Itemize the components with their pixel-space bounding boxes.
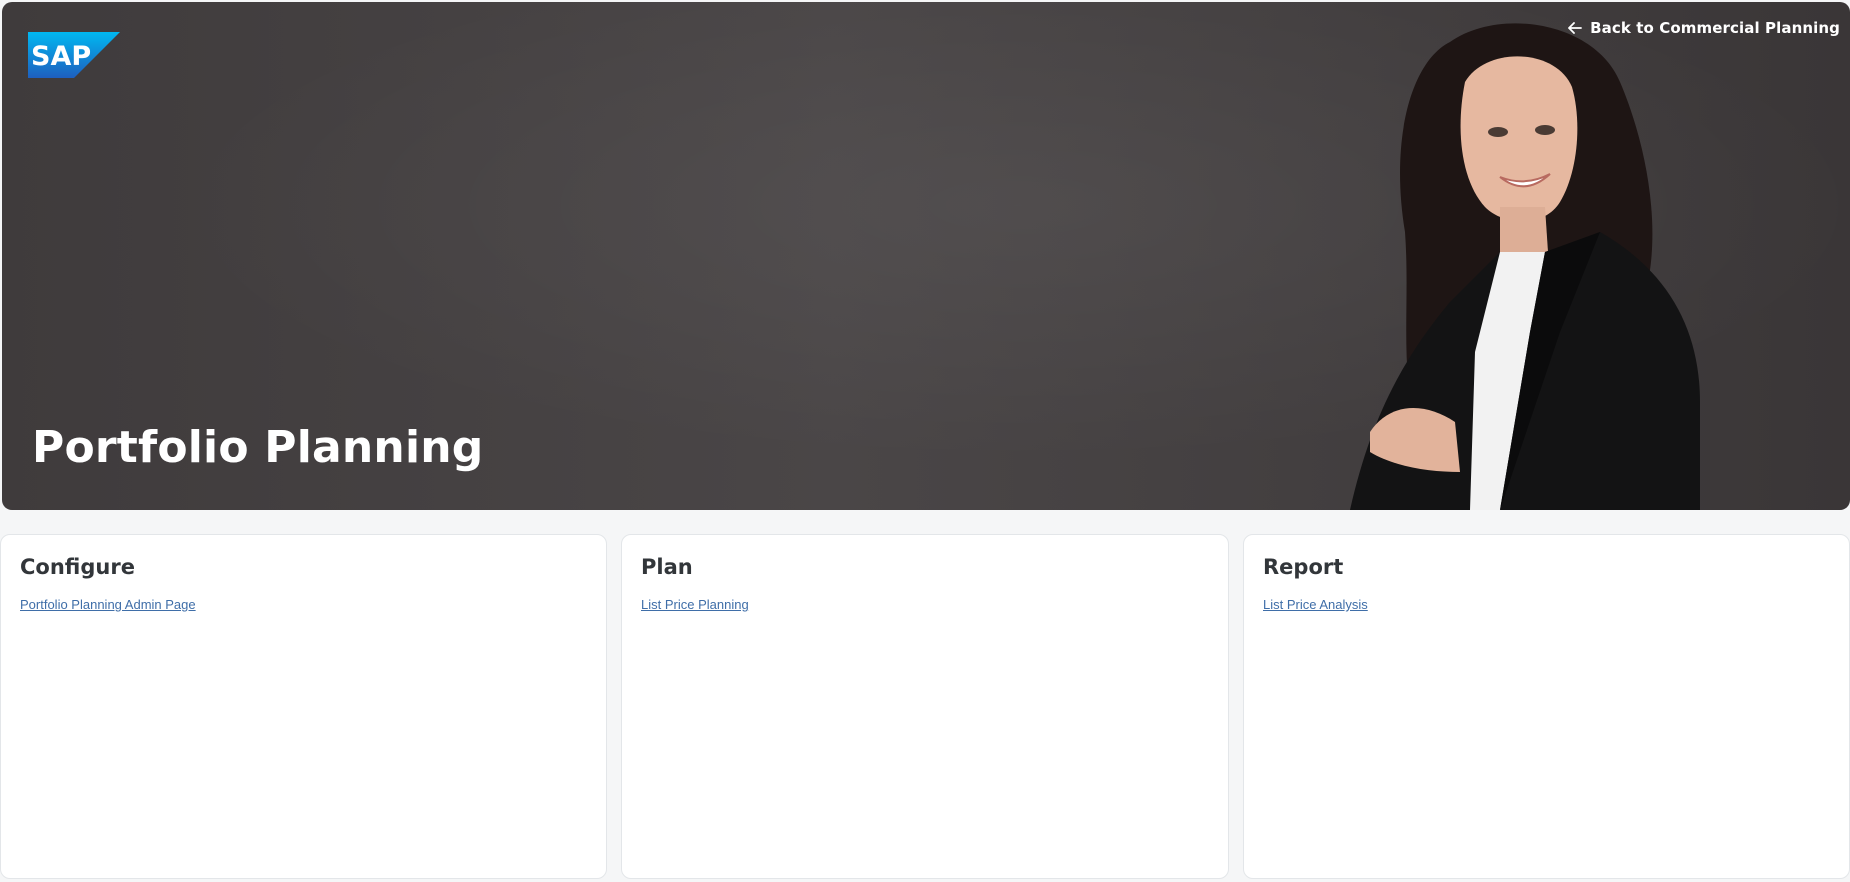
hero-portrait-image — [1350, 23, 1700, 510]
card-title: Plan — [641, 555, 693, 579]
card-title: Report — [1263, 555, 1344, 579]
arrow-left-icon — [1568, 22, 1583, 34]
hero-banner: SAP Back to Commercial Planning Portfoli… — [2, 2, 1850, 510]
sap-logo-text: SAP — [31, 41, 91, 72]
list-price-planning-link[interactable]: List Price Planning — [641, 597, 749, 612]
back-link-label: Back to Commercial Planning — [1590, 19, 1840, 37]
card-plan: Plan List Price Planning — [621, 534, 1229, 879]
page-title: Portfolio Planning — [32, 422, 484, 473]
card-report: Report List Price Analysis — [1243, 534, 1850, 879]
card-configure: Configure Portfolio Planning Admin Page — [0, 534, 607, 879]
card-title: Configure — [20, 555, 135, 579]
page: SAP Back to Commercial Planning Portfoli… — [0, 0, 1850, 882]
list-price-analysis-link[interactable]: List Price Analysis — [1263, 597, 1368, 612]
portfolio-planning-admin-page-link[interactable]: Portfolio Planning Admin Page — [20, 597, 196, 612]
card-row: Configure Portfolio Planning Admin Page … — [0, 534, 1850, 880]
back-to-commercial-planning-link[interactable]: Back to Commercial Planning — [1568, 19, 1840, 37]
sap-logo: SAP — [28, 32, 120, 78]
